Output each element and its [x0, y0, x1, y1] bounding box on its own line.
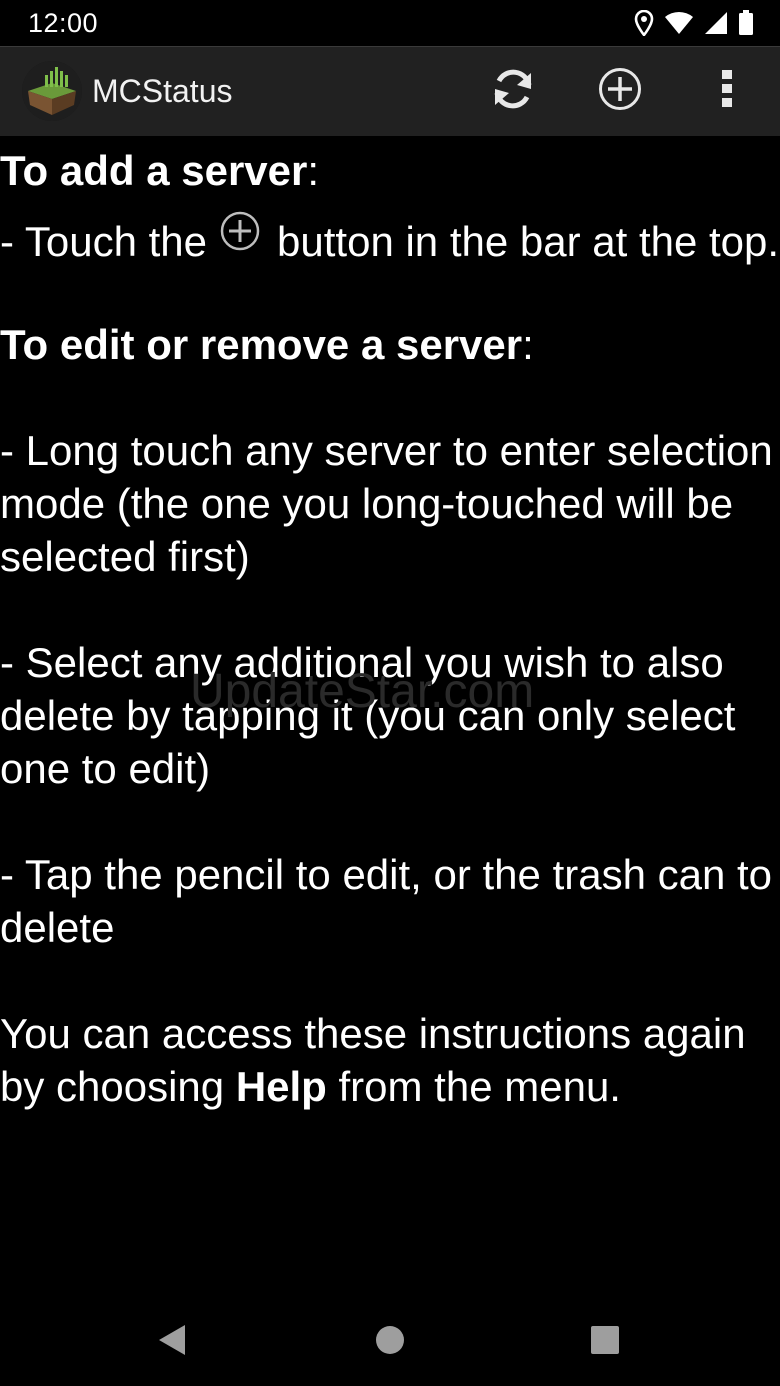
add-step-text-1: - Touch the [0, 218, 208, 265]
edit-step-2: - Select any additional you wish to also… [0, 638, 736, 792]
home-button[interactable] [368, 1320, 412, 1364]
back-icon [157, 1324, 187, 1361]
help-menu-reference: Help [235, 1062, 327, 1110]
edit-step-3: - Tap the pencil to edit, or the trash c… [0, 850, 773, 951]
add-server-button[interactable] [596, 67, 644, 115]
status-bar: 12:00 [0, 0, 780, 46]
add-server-heading: To add a server [0, 147, 308, 194]
help-footer-note: You can access these instructions again … [0, 1007, 780, 1113]
battery-icon [738, 10, 754, 36]
recents-button[interactable] [583, 1320, 627, 1364]
location-icon [634, 10, 654, 36]
app-logo-icon [22, 61, 82, 121]
help-content: To add a server: - Touch the button in th… [0, 138, 780, 1113]
status-time: 12:00 [28, 7, 99, 38]
back-button[interactable] [150, 1320, 194, 1364]
status-icons [634, 10, 754, 36]
add-server-heading-line: To add a server: [0, 144, 780, 197]
edit-server-heading-line: To edit or remove a server: [0, 318, 780, 371]
add-circle-icon [219, 210, 261, 264]
footer-text-2: from the menu. [326, 1062, 621, 1110]
heading-colon: : [522, 320, 534, 368]
wifi-icon [664, 11, 694, 35]
recents-icon [590, 1325, 620, 1360]
app-title: MCStatus [92, 73, 233, 109]
add-step-text-2: button in the bar at the top. [277, 218, 780, 265]
add-server-step: - Touch the button in the bar at the top. [0, 211, 780, 272]
add-circle-icon [597, 66, 643, 117]
refresh-button[interactable] [489, 67, 537, 115]
heading-colon: : [307, 147, 320, 194]
signal-icon [704, 11, 728, 35]
home-icon [375, 1325, 405, 1360]
refresh-icon [489, 65, 537, 118]
edit-server-heading: To edit or remove a server [0, 320, 523, 368]
overflow-menu-button[interactable] [703, 67, 751, 115]
edit-step-1: - Long touch any server to enter selecti… [0, 426, 773, 580]
app-bar: MCStatus [0, 46, 780, 136]
overflow-menu-icon [721, 69, 733, 114]
navigation-bar [0, 1296, 780, 1386]
